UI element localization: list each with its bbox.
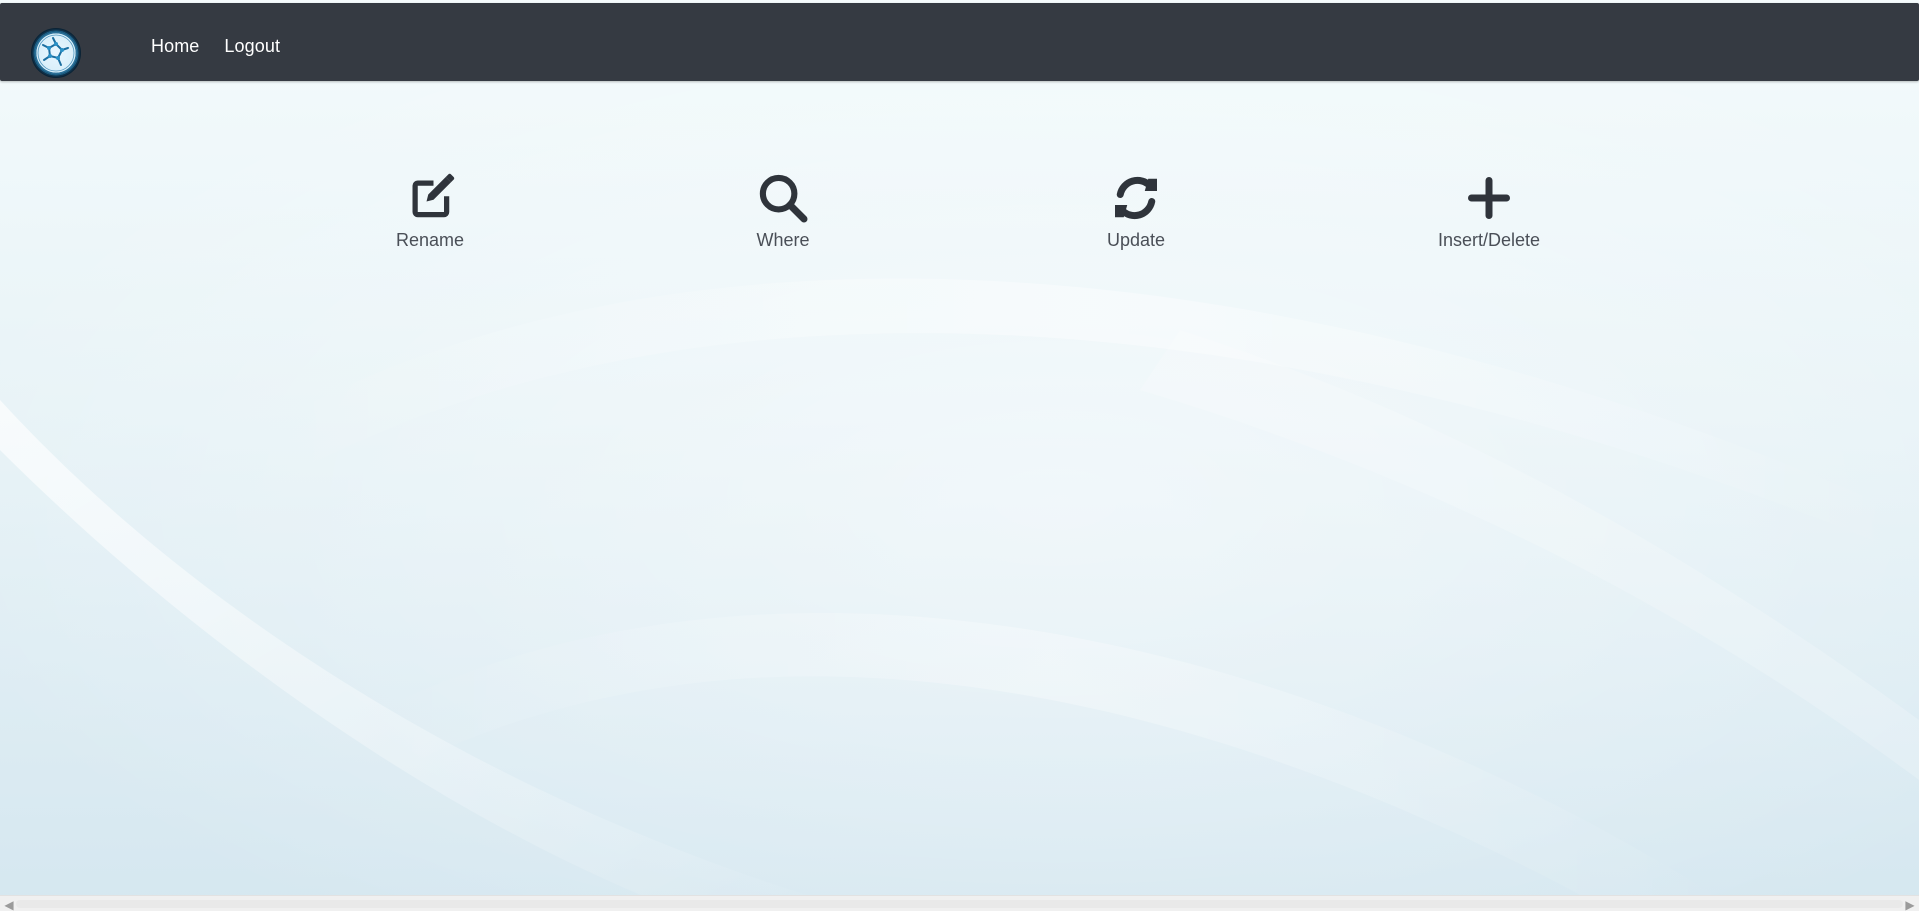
- insert-delete-label: Insert/Delete: [1437, 230, 1541, 250]
- background-swoosh: [0, 0, 1919, 911]
- scroll-left-icon[interactable]: ◀: [2, 898, 16, 911]
- plus-icon: [1468, 177, 1510, 219]
- search-icon: [759, 174, 808, 223]
- action-grid: Rename Where Update Insert/Delete: [0, 170, 1919, 290]
- update-label: Update: [1106, 230, 1166, 250]
- horizontal-scrollbar[interactable]: ◀ ▶: [0, 895, 1919, 911]
- top-nav: Home Logout: [151, 34, 280, 58]
- nav-logout-link[interactable]: Logout: [224, 34, 280, 58]
- refresh-icon: [1115, 176, 1157, 220]
- logo[interactable]: [31, 28, 81, 78]
- where-action[interactable]: Where: [693, 170, 873, 270]
- top-navbar: Home Logout: [0, 3, 1919, 81]
- where-label: Where: [756, 230, 810, 250]
- nav-home-link[interactable]: Home: [151, 34, 199, 58]
- molecule-icon: [33, 30, 79, 76]
- scroll-thumb[interactable]: [16, 900, 1903, 908]
- insert-delete-action[interactable]: Insert/Delete: [1399, 170, 1579, 270]
- rename-action[interactable]: Rename: [340, 170, 520, 270]
- scroll-right-icon[interactable]: ▶: [1903, 898, 1917, 911]
- rename-label: Rename: [395, 230, 465, 250]
- update-action[interactable]: Update: [1046, 170, 1226, 270]
- page-background: [0, 0, 1919, 911]
- edit-icon: [412, 173, 455, 218]
